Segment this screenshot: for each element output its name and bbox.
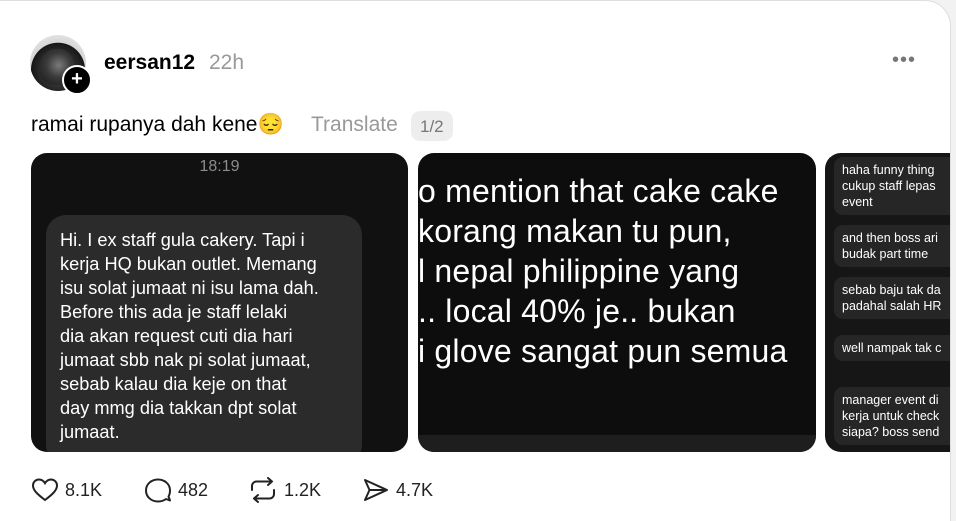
like-button[interactable]: 8.1K <box>31 477 102 503</box>
chat-line: siapa? boss send <box>842 425 940 439</box>
chat-line: manager event di <box>842 393 939 407</box>
bubble-line: jumaat. <box>60 422 120 442</box>
translate-link[interactable]: Translate <box>311 113 398 137</box>
message-bubble: Hi. I ex staff gula cakery. Tapi i kerja… <box>46 215 362 452</box>
repost-icon <box>251 477 275 503</box>
bubble-line: jumaat sbb nak pi solat jumaat, <box>60 350 311 370</box>
like-count: 8.1K <box>65 479 103 500</box>
send-icon <box>364 479 388 501</box>
heart-icon <box>31 478 59 502</box>
chat-line: event <box>842 195 873 209</box>
media-image-2[interactable]: o mention that cake cake korang makan tu… <box>418 153 816 452</box>
image-text-line: .. local 40% je.. bukan <box>418 293 736 329</box>
post-timestamp: 22h <box>209 51 245 74</box>
chat-message: and then boss ari budak part time <box>834 225 950 267</box>
image-text-line: i glove sangat pun semua <box>418 333 788 369</box>
bubble-line: sebab kalau dia keje on that <box>60 374 287 394</box>
comment-count: 482 <box>178 479 209 500</box>
media-image-1[interactable]: 18:19 Hi. I ex staff gula cakery. Tapi i… <box>31 153 408 452</box>
image-bottom-strip <box>418 435 816 452</box>
chat-line: well nampak tak c <box>842 341 942 355</box>
post-caption: ramai rupanya dah kene😔 <box>31 113 284 136</box>
image-text-line: o mention that cake cake <box>418 173 779 209</box>
repost-count: 1.2K <box>284 479 322 500</box>
chat-message: haha funny thing cukup staff lepas event <box>834 157 950 215</box>
chat-line: padahal salah HR <box>842 299 942 313</box>
chat-message: manager event di kerja untuk check siapa… <box>834 387 950 445</box>
repost-button[interactable]: 1.2K <box>248 477 321 503</box>
bubble-line: isu solat jumaat ni isu lama dah. <box>60 278 319 298</box>
bubble-line: kerja HQ bukan outlet. Memang <box>60 254 317 274</box>
image-text-line: korang makan tu pun, <box>418 213 732 249</box>
chat-line: haha funny thing <box>842 163 935 177</box>
comment-bubble-icon <box>145 478 171 503</box>
bubble-line: dia akan request cuti dia hari <box>60 326 293 346</box>
share-count: 4.7K <box>396 479 434 500</box>
chat-line: sebab baju tak da <box>842 283 941 297</box>
comment-button[interactable]: 482 <box>144 477 208 503</box>
more-options-icon[interactable]: ••• <box>884 49 924 77</box>
chat-line: and then boss ari <box>842 231 938 245</box>
chat-line: kerja untuk check <box>842 409 940 423</box>
chat-line: budak part time <box>842 247 929 261</box>
image-text-line: l nepal philippine yang <box>418 253 740 289</box>
page-indicator: 1/2 <box>411 111 453 141</box>
chat-line: cukup staff lepas <box>842 179 936 193</box>
post-card: + eersan12 22h ••• ramai rupanya dah ken… <box>0 0 951 521</box>
chat-message: sebab baju tak da padahal salah HR <box>834 277 950 319</box>
bubble-line: Hi. I ex staff gula cakery. Tapi i <box>60 230 305 250</box>
follow-plus-icon[interactable]: + <box>62 65 92 95</box>
screenshot-time: 18:19 <box>199 158 240 175</box>
media-image-3[interactable]: haha funny thing cukup staff lepas event… <box>825 153 950 452</box>
chat-message: well nampak tak c <box>834 335 950 361</box>
bubble-line: Before this ada je staff lelaki <box>60 302 288 322</box>
username[interactable]: eersan12 <box>104 51 195 75</box>
bubble-line: day mmg dia takkan dpt solat <box>60 398 297 418</box>
share-button[interactable]: 4.7K <box>362 477 433 503</box>
